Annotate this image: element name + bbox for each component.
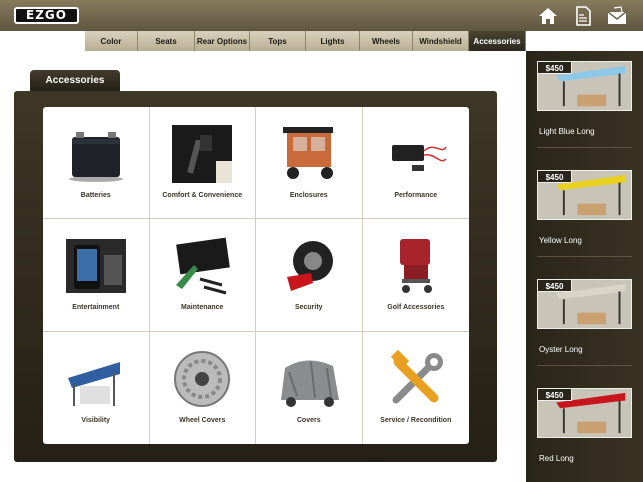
- top-option-label: Red Long: [539, 454, 574, 463]
- tops-sidebar: $450 Light Blue Long $450 Yellow Long $4…: [526, 51, 643, 482]
- top-option-label: Oyster Long: [539, 345, 583, 354]
- home-icon[interactable]: [537, 6, 559, 26]
- top-option-light-blue-long[interactable]: $450 Light Blue Long: [526, 51, 643, 151]
- category-security[interactable]: Security: [256, 219, 363, 332]
- top-option-label: Yellow Long: [539, 236, 582, 245]
- category-label: Maintenance: [181, 304, 224, 312]
- category-label: Service / Recondition: [380, 416, 452, 424]
- category-entertainment[interactable]: Entertainment: [43, 219, 150, 332]
- category-enclosures[interactable]: Enclosures: [256, 107, 363, 220]
- tab-accessories[interactable]: Accessories: [469, 31, 526, 51]
- section-title: Accessories: [30, 70, 120, 92]
- enclosure-icon: [277, 123, 341, 185]
- entertainment-icon: [64, 235, 128, 297]
- category-label: Enclosures: [289, 192, 328, 199]
- comfort-icon: [170, 123, 234, 185]
- price-badge: $450: [537, 388, 572, 401]
- tab-tops[interactable]: Tops: [250, 31, 306, 51]
- price-badge: $450: [537, 279, 572, 292]
- category-label: Golf Accessories: [387, 304, 445, 312]
- category-grid: Batteries Comfort & Convenience Enclosur…: [43, 107, 469, 444]
- category-label: Security: [294, 304, 323, 312]
- category-maintenance[interactable]: Maintenance: [149, 219, 256, 332]
- category-label: Covers: [296, 416, 321, 424]
- tools-icon: [384, 348, 448, 410]
- ezgo-logo[interactable]: EZGO: [14, 7, 79, 24]
- category-label: Performance: [394, 192, 438, 199]
- top-option-yellow-long[interactable]: $450 Yellow Long: [526, 160, 643, 260]
- tab-wheels[interactable]: Wheels: [360, 31, 413, 51]
- tab-windshield[interactable]: Windshield: [413, 31, 469, 51]
- document-icon[interactable]: [572, 6, 594, 26]
- top-option-oyster-long[interactable]: $450 Oyster Long: [526, 269, 643, 369]
- divider: [537, 147, 632, 148]
- category-label: Comfort & Convenience: [162, 192, 243, 199]
- tab-lights[interactable]: Lights: [306, 31, 360, 51]
- cover-icon: [277, 348, 341, 410]
- category-wheel-covers[interactable]: Wheel Covers: [150, 331, 256, 444]
- maintenance-icon: [170, 235, 234, 297]
- top-bar: EZGO: [0, 0, 643, 31]
- category-service-recondition[interactable]: Service / Recondition: [363, 332, 470, 444]
- category-covers[interactable]: Covers: [256, 331, 363, 444]
- top-option-label: Light Blue Long: [539, 127, 595, 136]
- visibility-icon: [64, 348, 128, 410]
- category-batteries[interactable]: Batteries: [43, 107, 150, 220]
- category-golf-accessories[interactable]: Golf Accessories: [362, 219, 469, 332]
- category-comfort-convenience[interactable]: Comfort & Convenience: [149, 107, 256, 220]
- category-label: Entertainment: [72, 304, 120, 312]
- divider: [537, 365, 632, 366]
- performance-icon: [384, 123, 448, 185]
- security-icon: [277, 235, 341, 297]
- category-visibility[interactable]: Visibility: [43, 331, 150, 444]
- top-option-red-long[interactable]: $450 Red Long: [526, 378, 643, 478]
- option-tabs: Color Seats Rear Options Tops Lights Whe…: [85, 31, 526, 51]
- wheel-cover-icon: [170, 348, 234, 410]
- tab-seats[interactable]: Seats: [138, 31, 195, 51]
- category-performance[interactable]: Performance: [362, 107, 469, 220]
- price-badge: $450: [537, 61, 572, 74]
- category-label: Visibility: [81, 416, 111, 424]
- mail-icon[interactable]: [606, 6, 628, 26]
- price-badge: $450: [537, 170, 572, 183]
- tab-color[interactable]: Color: [85, 31, 138, 51]
- tab-rear-options[interactable]: Rear Options: [195, 31, 250, 51]
- divider: [537, 256, 632, 257]
- category-label: Wheel Covers: [179, 416, 226, 424]
- battery-icon: [64, 123, 128, 185]
- category-label: Batteries: [80, 192, 111, 199]
- golf-icon: [384, 235, 448, 297]
